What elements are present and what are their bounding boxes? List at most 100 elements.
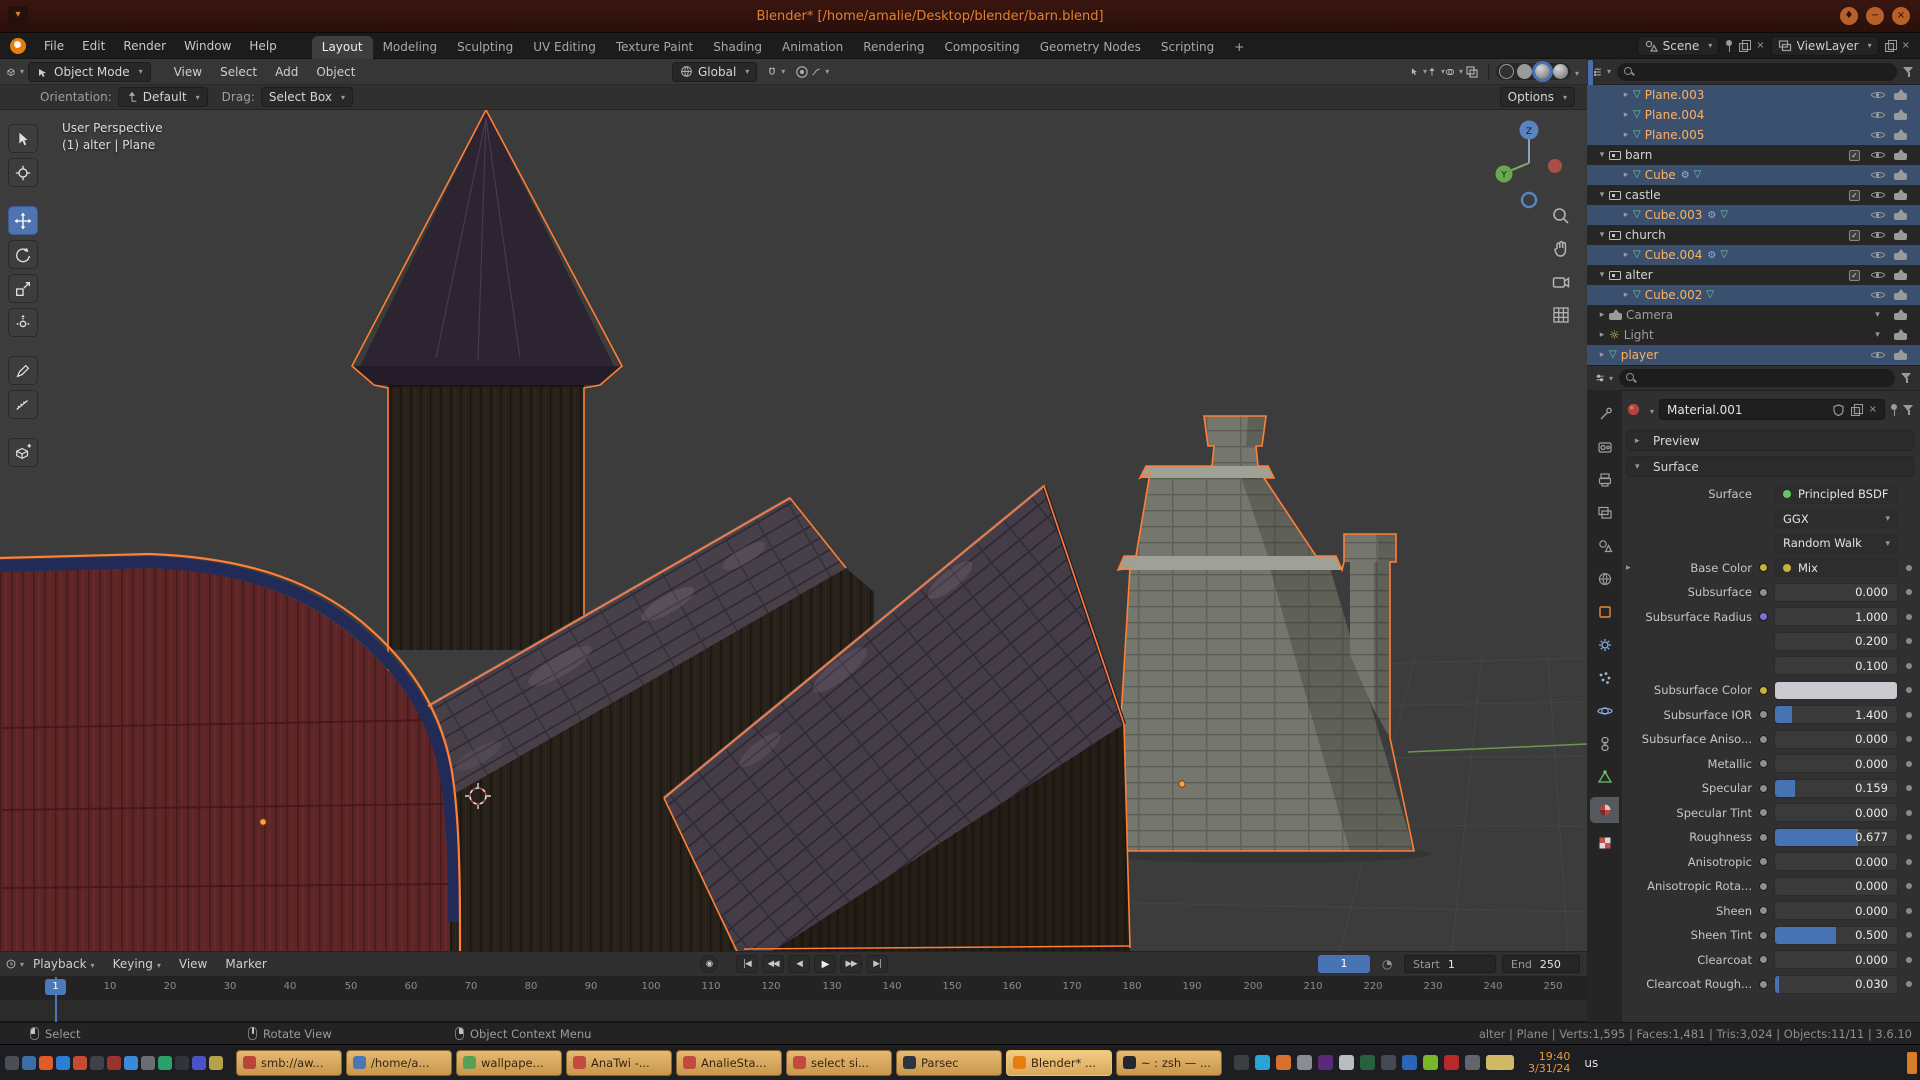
- expand-icon[interactable]: [1619, 130, 1633, 140]
- gizmos-dropdown[interactable]: [1427, 63, 1445, 81]
- render-visibility-icon[interactable]: [1894, 190, 1907, 200]
- expand-icon[interactable]: [1619, 170, 1633, 180]
- blender-logo-icon[interactable]: [10, 38, 26, 54]
- surface-section-header[interactable]: ▾ Surface: [1626, 456, 1914, 477]
- animate-dot[interactable]: [1906, 810, 1912, 816]
- tab-shading[interactable]: Shading: [703, 36, 772, 59]
- jump-to-start-button[interactable]: |◀: [736, 955, 758, 973]
- scale-tool[interactable]: [8, 274, 38, 303]
- add-menu[interactable]: Add: [266, 65, 307, 79]
- taskbar-window-wallpaper[interactable]: wallpape...: [456, 1050, 562, 1076]
- orientation-dropdown[interactable]: Default: [118, 87, 208, 107]
- shading-solid-button[interactable]: [1517, 64, 1532, 79]
- sheen-slider[interactable]: 0.000: [1774, 901, 1898, 920]
- hide-icon[interactable]: [1871, 229, 1885, 242]
- gizmo-minus-z-axis[interactable]: [1522, 193, 1536, 207]
- outliner-row-alter-collection[interactable]: alter: [1587, 265, 1920, 285]
- animate-dot[interactable]: [1906, 589, 1912, 595]
- menu-render[interactable]: Render: [114, 39, 175, 53]
- editor-type-dropdown[interactable]: [6, 63, 24, 81]
- keep-above-button[interactable]: ♦: [1840, 7, 1858, 25]
- tray-icon[interactable]: [1318, 1055, 1333, 1070]
- hide-icon[interactable]: [1871, 349, 1885, 362]
- launcher-icon[interactable]: [73, 1056, 87, 1070]
- properties-editor-dropdown[interactable]: [1595, 369, 1613, 387]
- tray-icon[interactable]: [1234, 1055, 1249, 1070]
- render-visibility-icon[interactable]: [1894, 250, 1907, 260]
- unlink-scene-icon[interactable]: ×: [1756, 40, 1764, 51]
- shading-dropdown[interactable]: [1571, 65, 1579, 79]
- tab-material[interactable]: [1590, 797, 1619, 823]
- animate-dot[interactable]: [1906, 736, 1912, 742]
- tab-scripting[interactable]: Scripting: [1151, 36, 1224, 59]
- select-box-tool[interactable]: [8, 124, 38, 153]
- collapse-icon[interactable]: [1595, 270, 1609, 280]
- expand-icon[interactable]: [1619, 250, 1633, 260]
- launcher-icon[interactable]: [124, 1056, 138, 1070]
- subsurface-color-swatch[interactable]: [1774, 681, 1898, 700]
- timeline-track-area[interactable]: [0, 1000, 1587, 1022]
- timeline-ruler[interactable]: 10 20 30 40 50 60 70 80 90 100 110 120 1…: [0, 977, 1587, 1000]
- outliner-row-player[interactable]: player: [1587, 345, 1920, 365]
- current-frame-field[interactable]: 1: [1318, 955, 1370, 973]
- visibility-chevron-icon[interactable]: [1875, 310, 1880, 320]
- preview-range-icon[interactable]: ◔: [1382, 957, 1392, 971]
- snap-toggle[interactable]: [767, 63, 785, 81]
- expand-icon[interactable]: [1595, 350, 1609, 360]
- specular-slider[interactable]: 0.159: [1774, 779, 1898, 798]
- subsurface-method-dropdown[interactable]: Random Walk▾: [1774, 534, 1898, 553]
- render-visibility-icon[interactable]: [1894, 150, 1907, 160]
- shading-rendered-button[interactable]: [1553, 64, 1568, 79]
- launcher-icon[interactable]: [56, 1056, 70, 1070]
- tab-sculpting[interactable]: Sculpting: [447, 36, 523, 59]
- collection-checkbox[interactable]: [1849, 230, 1860, 241]
- distribution-dropdown[interactable]: GGX▾: [1774, 509, 1898, 528]
- camera-view-icon[interactable]: [1551, 272, 1571, 292]
- transform-orientation-dropdown[interactable]: Global: [672, 62, 757, 82]
- launcher-icon[interactable]: [192, 1056, 206, 1070]
- visibility-chevron-icon[interactable]: [1875, 330, 1880, 340]
- tab-texture-paint[interactable]: Texture Paint: [606, 36, 703, 59]
- titlebar[interactable]: ▾ Blender* [/home/amalie/Desktop/blender…: [0, 0, 1920, 33]
- object-menu[interactable]: Object: [307, 65, 364, 79]
- window-menu-icon[interactable]: ▾: [8, 6, 28, 26]
- animate-dot[interactable]: [1906, 687, 1912, 693]
- taskbar-window-smb[interactable]: smb://aw...: [236, 1050, 342, 1076]
- new-viewlayer-icon[interactable]: [1885, 40, 1896, 51]
- taskbar-window-parsec[interactable]: Parsec: [896, 1050, 1002, 1076]
- tray-icon[interactable]: [1297, 1055, 1312, 1070]
- specular-tint-slider[interactable]: 0.000: [1774, 803, 1898, 822]
- outliner-row-plane003[interactable]: Plane.003: [1587, 85, 1920, 105]
- tray-icon[interactable]: [1381, 1055, 1396, 1070]
- selectability-visibility-dropdown[interactable]: [1409, 63, 1427, 81]
- launcher-icon[interactable]: [175, 1056, 189, 1070]
- pan-hand-icon[interactable]: [1551, 239, 1571, 259]
- launcher-icon[interactable]: [107, 1056, 121, 1070]
- launcher-icon[interactable]: [141, 1056, 155, 1070]
- tab-scene[interactable]: [1590, 533, 1619, 559]
- unlink-material-icon[interactable]: ×: [1869, 404, 1877, 415]
- tab-physics[interactable]: [1590, 698, 1619, 724]
- proportional-falloff-dropdown[interactable]: [811, 63, 829, 81]
- xray-toggle[interactable]: [1463, 63, 1481, 81]
- render-visibility-icon[interactable]: [1894, 90, 1907, 100]
- tab-rendering[interactable]: Rendering: [853, 36, 934, 59]
- timeline-editor-dropdown[interactable]: [6, 955, 24, 973]
- move-tool[interactable]: [8, 206, 38, 235]
- playback-menu[interactable]: Playback: [24, 957, 104, 971]
- taskbar-window-blender[interactable]: Blender* ...: [1006, 1050, 1112, 1076]
- subsurface-slider[interactable]: 0.000: [1774, 583, 1898, 602]
- expand-icon[interactable]: [1626, 563, 1637, 573]
- menu-file[interactable]: File: [35, 39, 73, 53]
- launcher-icon[interactable]: [209, 1056, 223, 1070]
- render-visibility-icon[interactable]: [1894, 230, 1907, 240]
- render-visibility-icon[interactable]: [1894, 110, 1907, 120]
- render-visibility-icon[interactable]: [1894, 350, 1907, 360]
- outliner-row-church-collection[interactable]: church: [1587, 225, 1920, 245]
- view-menu[interactable]: View: [165, 65, 211, 79]
- animate-dot[interactable]: [1906, 785, 1912, 791]
- hide-icon[interactable]: [1871, 189, 1885, 202]
- animate-dot[interactable]: [1906, 859, 1912, 865]
- mode-dropdown[interactable]: Object Mode: [28, 62, 151, 82]
- tab-output[interactable]: [1590, 467, 1619, 493]
